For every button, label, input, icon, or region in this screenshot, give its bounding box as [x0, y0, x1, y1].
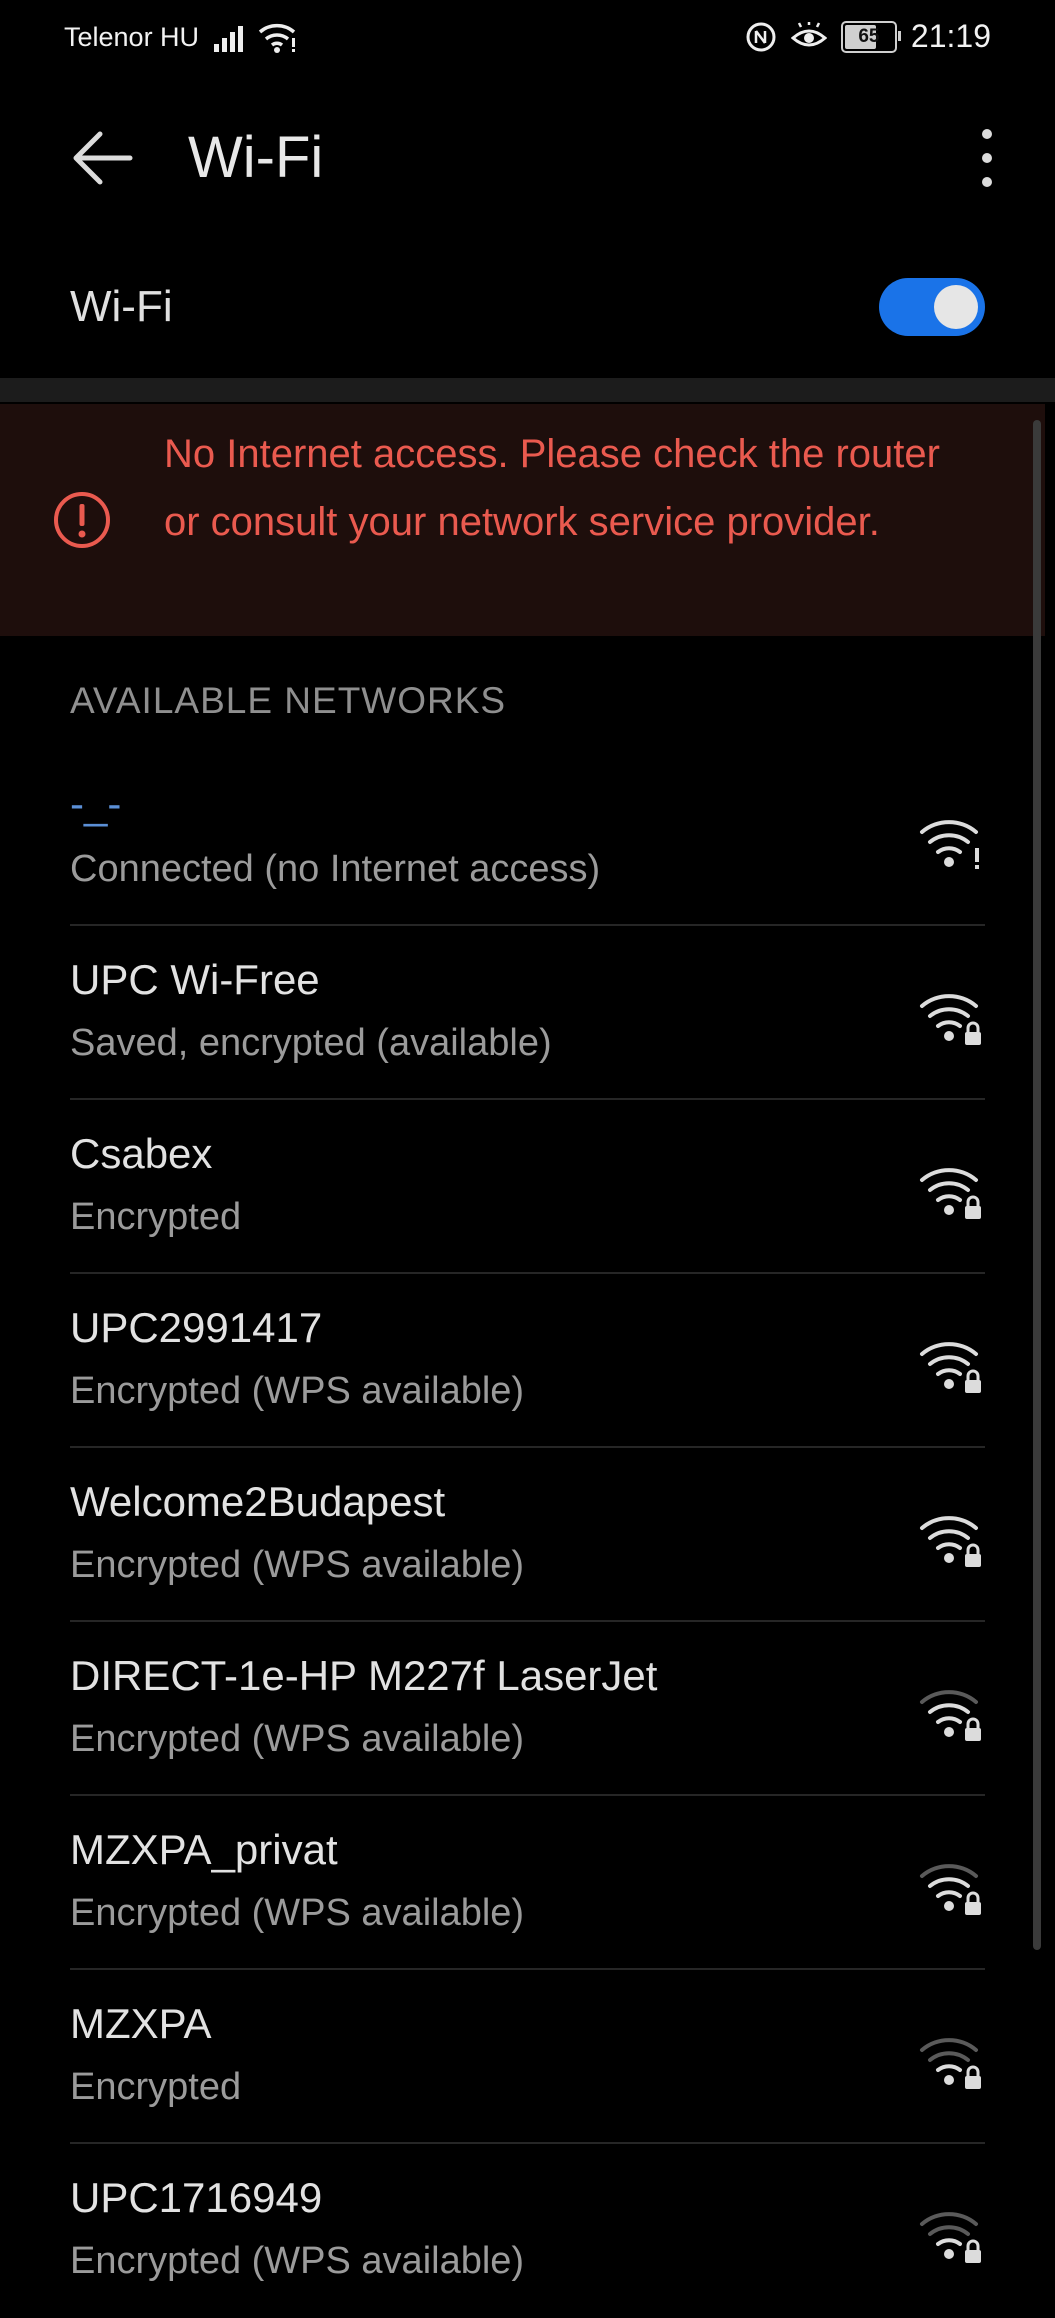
network-item[interactable]: MZXPA_privat Encrypted (WPS available)	[0, 1796, 1055, 1970]
clock: 21:19	[910, 18, 991, 54]
network-status: Encrypted	[70, 1196, 242, 1238]
wifi-lock-icon	[920, 1168, 981, 1219]
status-bar: Telenor HU 65 21:19	[0, 0, 1055, 76]
network-item[interactable]: MZXPA Encrypted	[0, 1970, 1055, 2144]
network-list: -_- Connected (no Internet access) UPC Wi-…	[0, 752, 1055, 2318]
wifi-lock-icon	[920, 1342, 981, 1393]
network-name: DIRECT-1e-HP M227f LaserJet	[70, 1652, 658, 1699]
network-item[interactable]: Csabex Encrypted	[0, 1100, 1055, 1274]
network-status: Encrypted (WPS available)	[70, 1718, 525, 1760]
network-status: Saved, encrypted (available)	[70, 1022, 552, 1064]
wifi-lock-icon	[920, 2038, 981, 2089]
network-status: Encrypted	[70, 2066, 242, 2108]
network-item[interactable]: Welcome2Budapest Encrypted (WPS available…	[0, 1448, 1055, 1622]
cellular-signal-icon	[214, 26, 243, 52]
switch-knob	[934, 285, 978, 329]
no-internet-alert[interactable]: No Internet access. Please check the rou…	[0, 404, 1045, 636]
battery-level: 65	[858, 25, 880, 47]
battery-indicator: 65	[840, 20, 901, 53]
network-item[interactable]: DIRECT-1e-HP M227f LaserJet Encrypted (WP…	[0, 1622, 1055, 1796]
network-name: -_-	[70, 780, 122, 827]
wifi-lock-icon	[920, 1516, 981, 1567]
section-divider	[0, 378, 1055, 402]
wifi-lock-icon	[920, 2212, 981, 2263]
wifi-status-icon	[258, 24, 296, 53]
wifi-lock-icon	[920, 994, 981, 1045]
wifi-lock-icon	[920, 1690, 981, 1741]
network-status: Encrypted (WPS available)	[70, 1892, 525, 1934]
network-name: Csabex	[70, 1130, 213, 1177]
network-status: Connected (no Internet access)	[70, 848, 601, 890]
network-name: MZXPA	[70, 2000, 212, 2047]
network-name: UPC1716949	[70, 2174, 323, 2221]
carrier-name: Telenor HU	[64, 22, 200, 52]
wifi-switch[interactable]	[879, 278, 985, 336]
wifi-toggle-label: Wi-Fi	[70, 282, 173, 331]
eye-comfort-icon	[790, 21, 827, 46]
available-networks-header: AVAILABLE NETWORKS	[70, 680, 507, 721]
alert-message: No Internet access. Please check the rou…	[164, 432, 940, 544]
network-name: UPC Wi-Free	[70, 956, 320, 1003]
network-name: UPC2991417	[70, 1304, 323, 1351]
page-title: Wi-Fi	[188, 125, 324, 190]
network-item[interactable]: -_- Connected (no Internet access)	[0, 752, 1055, 926]
app-bar: Wi-Fi	[0, 76, 1055, 236]
network-status: Encrypted (WPS available)	[70, 2240, 525, 2282]
nfc-icon	[746, 22, 776, 51]
network-name: MZXPA_privat	[70, 1826, 338, 1873]
network-item[interactable]: UPC1716949 Encrypted (WPS available)	[0, 2144, 1055, 2318]
network-item[interactable]: UPC Wi-Free Saved, encrypted (available)	[0, 926, 1055, 1100]
network-status: Encrypted (WPS available)	[70, 1544, 525, 1586]
network-item[interactable]: UPC2991417 Encrypted (WPS available)	[0, 1274, 1055, 1448]
warning-icon	[54, 492, 110, 548]
wifi-no-internet-icon	[920, 820, 979, 869]
wifi-toggle-row[interactable]: Wi-Fi	[0, 236, 1055, 376]
network-status: Encrypted (WPS available)	[70, 1370, 525, 1412]
more-options-icon[interactable]	[967, 126, 1007, 190]
wifi-lock-icon	[920, 1864, 981, 1915]
back-arrow-icon[interactable]	[70, 126, 134, 190]
network-name: Welcome2Budapest	[70, 1478, 446, 1525]
scrollbar[interactable]	[1033, 420, 1041, 1950]
